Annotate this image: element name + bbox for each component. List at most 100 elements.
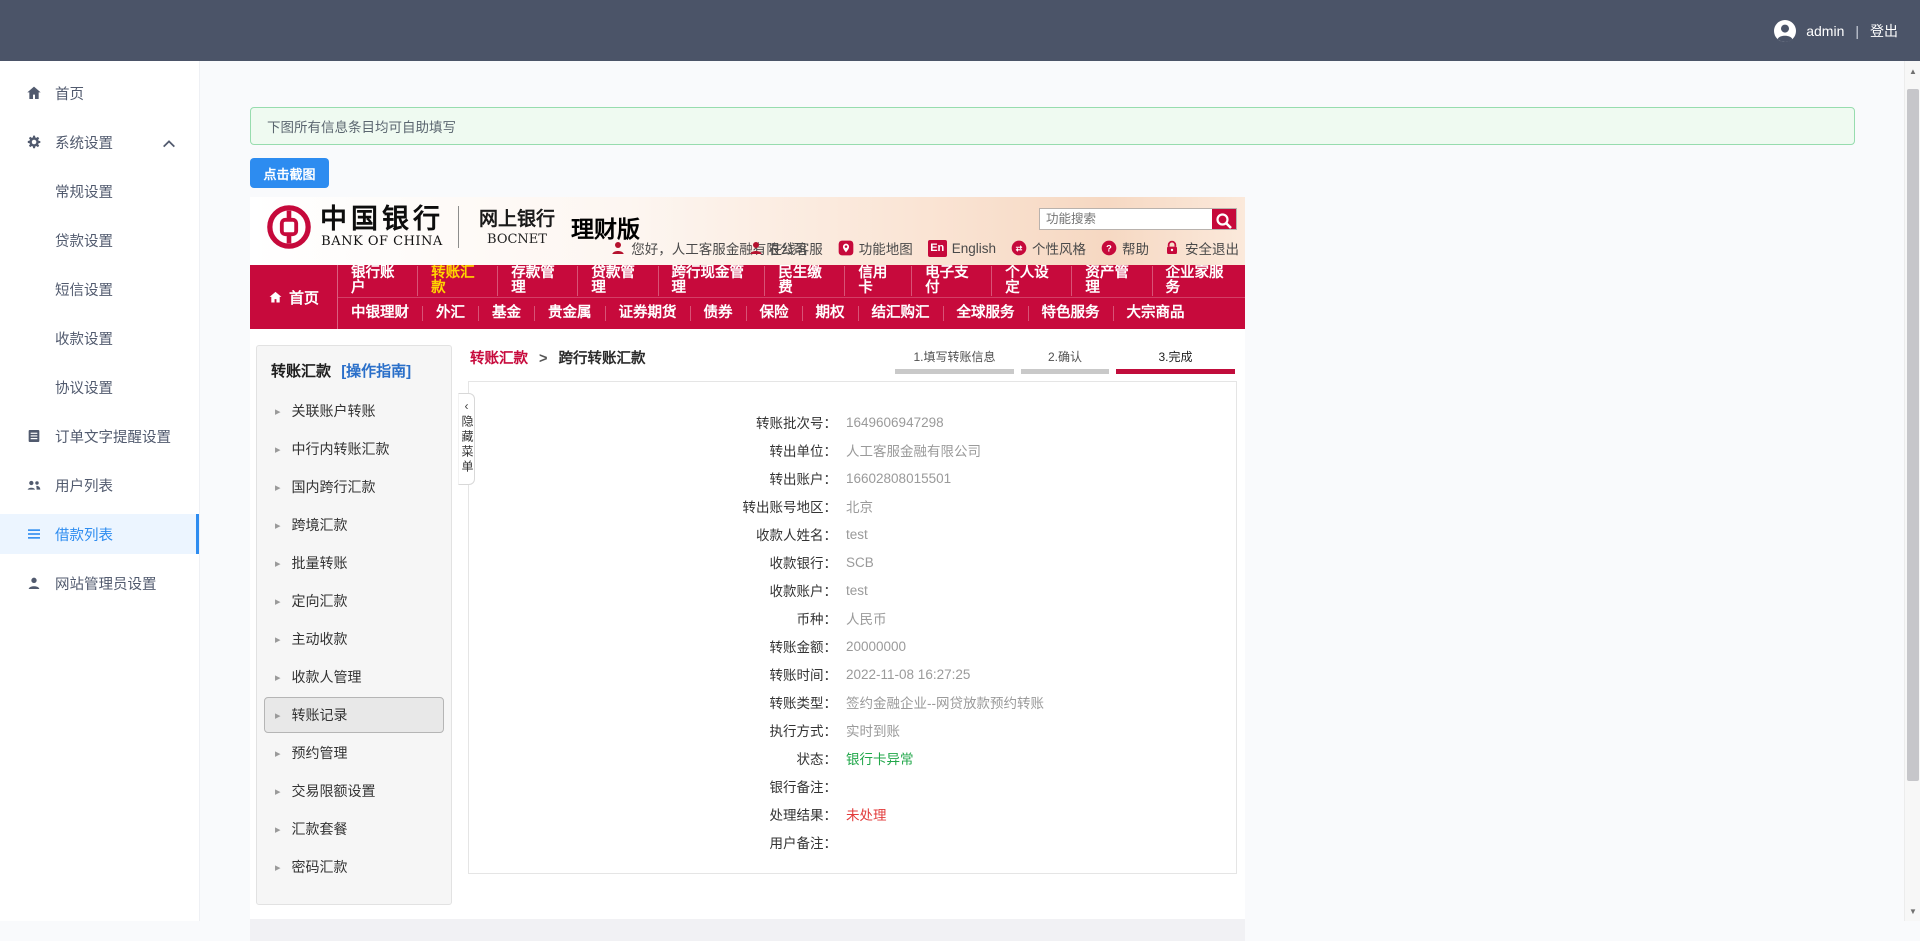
sidebar-subitem[interactable]: 常规设置 [0,171,199,211]
field-value: 16602808015501 [846,470,952,486]
sidebar-item-user-list[interactable]: 用户列表 [0,465,199,505]
sidebar-subitem[interactable]: 协议设置 [0,367,199,407]
bank-nav-home[interactable]: 首页 [250,265,338,329]
transfer-menu-item[interactable]: ▸ 定向汇款 [264,583,444,619]
hide-menu-tab[interactable]: ‹ 隐藏菜单 [458,393,475,485]
sidebar: 首页 系统设置 常规设置贷款设置短信设置收款设置协议设置 订单文字提醒设置 [0,61,200,921]
language-link[interactable]: En English [927,239,996,257]
detail-field-row: 转账类型： 签约金融企业--网贷放款预约转账 [469,688,1236,716]
bank-nav-item[interactable]: 转账汇款 [417,265,497,296]
bank-nav-item[interactable]: 全球服务 [942,305,1028,321]
transfer-menu-item[interactable]: ▸ 国内跨行汇款 [264,469,444,505]
online-service-link[interactable]: 在线客服 [748,238,823,258]
transfer-menu-item[interactable]: ▸ 关联账户转账 [264,393,444,429]
help-link[interactable]: ? 帮助 [1101,238,1149,258]
sidebar-subitem[interactable]: 贷款设置 [0,220,199,260]
sidebar-item-loan-list[interactable]: 借款列表 [0,514,199,554]
info-alert: 下图所有信息条目均可自助填写 [250,107,1855,145]
bank-nav-item[interactable]: 民生缴费 [764,265,844,296]
transfer-menu-item[interactable]: ▸ 密码汇款 [264,849,444,885]
transfer-menu-item-label: 密码汇款 [291,859,348,875]
transfer-menu-item[interactable]: ▸ 预约管理 [264,735,444,771]
hide-menu-label: 隐藏菜单 [460,415,474,475]
style-link[interactable]: 个性风格 [1011,238,1086,258]
bank-nav-item[interactable]: 跨行现金管理 [657,265,765,296]
bank-nav-item[interactable]: 特色服务 [1027,305,1113,321]
bank-nav-item[interactable]: 债券 [689,305,746,321]
document-icon [28,430,40,442]
breadcrumb-separator: > [539,351,548,367]
transfer-menu-item[interactable]: ▸ 收款人管理 [264,659,444,695]
sidebar-item-system-settings[interactable]: 系统设置 [0,122,199,162]
field-value: 2022-11-08 16:27:25 [846,666,971,682]
transfer-menu-item-label: 预约管理 [291,745,348,761]
scrollbar-thumb[interactable] [1907,89,1919,781]
breadcrumb: 转账汇款 > 跨行转账汇款 [470,347,646,374]
sidebar-item-site-admin-settings[interactable]: 网站管理员设置 [0,563,199,603]
username[interactable]: admin [1806,23,1844,39]
avatar[interactable] [1773,19,1797,43]
bank-nav-item[interactable]: 银行账户 [338,265,417,296]
vertical-scrollbar[interactable]: ▲ ▼ [1904,61,1920,921]
sidebar-item-label: 订单文字提醒设置 [55,429,171,446]
screenshot-button[interactable]: 点击截图 [250,158,329,188]
scroll-down-arrow[interactable]: ▼ [1905,903,1920,919]
scroll-up-arrow[interactable]: ▲ [1905,63,1920,79]
triangle-right-icon: ▸ [275,481,281,494]
progress-step-label: 1.填写转账信息 [913,350,996,364]
logout-link[interactable]: 登出 [1870,21,1898,41]
bank-nav-item[interactable]: 贷款管理 [577,265,657,296]
transfer-menu-item-label: 中行内转账汇款 [291,441,390,457]
transfer-menu-item[interactable]: ▸ 汇款套餐 [264,811,444,847]
bank-nav-item[interactable]: 大宗商品 [1112,305,1198,321]
transfer-menu-item[interactable]: ▸ 转账记录 [264,697,444,733]
sidebar-subitem[interactable]: 短信设置 [0,269,199,309]
bank-nav-item[interactable]: 中银理财 [338,305,422,321]
logo-divider [458,206,459,248]
transfer-menu-item[interactable]: ▸ 主动收款 [264,621,444,657]
field-value: 1649606947298 [846,414,944,430]
triangle-right-icon: ▸ [275,519,281,532]
safe-exit-link[interactable]: 安全退出 [1164,238,1239,258]
field-value: 银行卡异常 [846,752,914,767]
bank-nav-item[interactable]: 贵金属 [534,305,605,321]
breadcrumb-current: 跨行转账汇款 [558,351,646,367]
triangle-right-icon: ▸ [275,671,281,684]
bank-nav-item[interactable]: 证券期货 [604,305,690,321]
search-input[interactable] [1040,209,1212,229]
transfer-menu-item[interactable]: ▸ 交易限额设置 [264,773,444,809]
operation-guide-link[interactable]: [操作指南] [341,363,411,380]
bank-nav-item[interactable]: 结汇购汇 [857,305,943,321]
field-label: 执行方式： [769,724,838,739]
sidebar-item-home[interactable]: 首页 [0,73,199,113]
transfer-menu-item[interactable]: ▸ 跨境汇款 [264,507,444,543]
sidebar-subitem[interactable]: 收款设置 [0,318,199,358]
sidebar-item-order-text-settings[interactable]: 订单文字提醒设置 [0,416,199,456]
bank-nav-item[interactable]: 个人设定 [991,265,1071,296]
transfer-menu-item-label: 汇款套餐 [291,821,348,837]
function-map-link[interactable]: 功能地图 [838,238,913,258]
bank-nav-item[interactable]: 期权 [801,305,858,321]
triangle-right-icon: ▸ [275,747,281,760]
transfer-menu-item[interactable]: ▸ 批量转账 [264,545,444,581]
bank-nav-item[interactable]: 外汇 [422,305,478,321]
search-button[interactable] [1212,209,1236,229]
bank-nav-home-label: 首页 [288,289,319,307]
bank-nav-item[interactable]: 信用卡 [844,265,911,296]
bank-nav-item[interactable]: 电子支付 [911,265,991,296]
field-label: 处理结果： [769,808,838,823]
detail-field-row: 收款账户： test [469,576,1236,604]
triangle-right-icon: ▸ [275,557,281,570]
bank-nav-item[interactable]: 基金 [478,305,534,321]
detail-field-row: 转出单位： 人工客服金融有限公司 [469,436,1236,464]
transfer-menu-panel: 转账汇款 [操作指南] ▸ 关联账户转账 ▸ 中行内转账汇款 ▸ 国内跨行汇款 … [256,345,452,905]
bank-nav-item[interactable]: 企业家服务 [1151,265,1245,296]
transfer-menu-item[interactable]: ▸ 中行内转账汇款 [264,431,444,467]
bank-nav-item[interactable]: 保险 [745,305,802,321]
bank-nav-item[interactable]: 存款管理 [497,265,577,296]
bank-nav-item[interactable]: 资产管理 [1071,265,1151,296]
field-value: 20000000 [846,638,907,654]
home-icon [27,86,41,99]
field-label: 转账金额： [769,640,838,655]
breadcrumb-root[interactable]: 转账汇款 [470,351,528,367]
